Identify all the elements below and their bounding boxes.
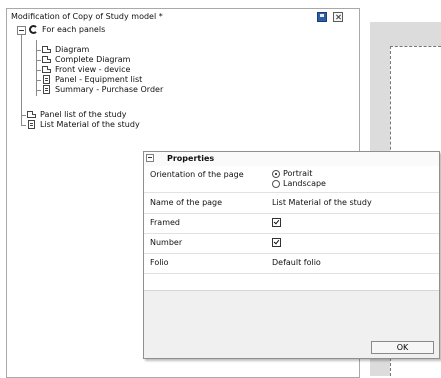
landscape-radio[interactable] — [272, 180, 280, 188]
number-checkbox[interactable] — [272, 238, 281, 247]
property-grid: Orientation of the page Portrait Landsca… — [144, 166, 439, 293]
row-orientation: Orientation of the page Portrait Landsca… — [144, 166, 439, 193]
folio-label: Folio — [150, 258, 169, 267]
page-icon — [42, 56, 51, 63]
list-page-icon — [28, 120, 35, 129]
dialog-title: Properties — [167, 154, 215, 163]
portrait-label: Portrait — [283, 169, 313, 178]
number-label: Number — [150, 238, 183, 247]
row-number: Number — [144, 234, 439, 254]
landscape-label: Landscape — [283, 179, 326, 188]
name-label: Name of the page — [150, 198, 223, 207]
portrait-radio[interactable] — [272, 170, 280, 178]
page-icon — [42, 46, 51, 53]
orientation-label: Orientation of the page — [150, 170, 244, 179]
dialog-header: Properties — [144, 152, 439, 167]
page-icon — [42, 66, 51, 73]
tree-expander[interactable] — [17, 26, 26, 35]
framed-checkbox[interactable] — [272, 218, 281, 227]
collapse-icon[interactable] — [146, 154, 154, 162]
properties-dialog: Properties Orientation of the page Portr… — [143, 151, 440, 359]
save-icon[interactable] — [317, 12, 327, 22]
row-framed: Framed — [144, 214, 439, 234]
folio-value[interactable]: Default folio — [272, 258, 321, 267]
page-icon — [27, 111, 36, 118]
framed-label: Framed — [150, 218, 181, 227]
list-page-icon — [43, 75, 50, 84]
ok-button[interactable]: OK — [371, 341, 434, 354]
model-tree: For each panels Diagram Complete Diagram… — [7, 9, 207, 159]
loop-icon — [29, 25, 38, 34]
name-value[interactable]: List Material of the study — [272, 198, 372, 207]
list-page-icon — [43, 85, 50, 94]
row-folio: Folio Default folio — [144, 254, 439, 274]
row-name: Name of the page List Material of the st… — [144, 193, 439, 214]
description-area — [144, 290, 439, 341]
close-icon[interactable] — [333, 12, 343, 22]
